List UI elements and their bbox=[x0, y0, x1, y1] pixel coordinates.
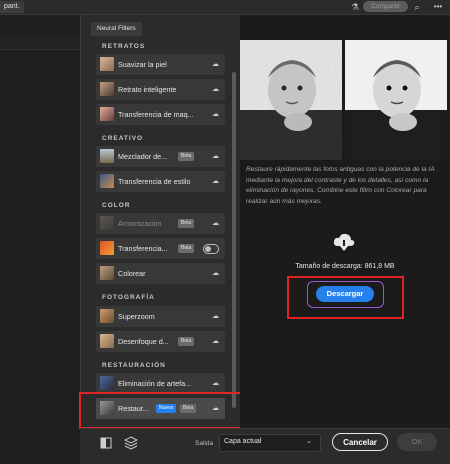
filter-label: Retrato inteligente bbox=[118, 85, 177, 94]
canvas-area bbox=[0, 15, 80, 463]
cloud-download-icon[interactable]: ☁ bbox=[212, 104, 219, 125]
cloud-download-icon bbox=[333, 233, 355, 251]
filter-label: Transferencia de estilo bbox=[118, 177, 191, 186]
beta-badge: Beta bbox=[178, 337, 195, 346]
scrollbar-thumb[interactable] bbox=[232, 72, 236, 408]
filter-thumbnail bbox=[100, 376, 114, 390]
filter-label: Eliminación de artefa... bbox=[118, 379, 192, 388]
panel-title: Neural Filters bbox=[91, 22, 142, 36]
filter-item-colorize[interactable]: Colorear ☁ bbox=[96, 263, 225, 284]
document-tab[interactable]: pant. bbox=[0, 1, 24, 13]
filter-label: Armonización bbox=[118, 219, 162, 228]
filter-item-artifact-removal[interactable]: Eliminación de artefa... ☁ bbox=[96, 373, 225, 394]
before-photo bbox=[240, 40, 342, 160]
filter-item-makeup-transfer[interactable]: Transferencia de maq... ☁ bbox=[96, 104, 225, 125]
filter-label: Suavizar la piel bbox=[118, 60, 167, 69]
filter-thumbnail bbox=[100, 107, 114, 121]
download-size-label: Tamaño de descarga: 861,8 MB bbox=[295, 263, 395, 270]
cloud-download-icon[interactable]: ☁ bbox=[212, 213, 219, 234]
filter-item-color-transfer[interactable]: Transferencia... Beta bbox=[96, 238, 225, 259]
filter-thumbnail bbox=[100, 149, 114, 163]
cloud-download-icon[interactable]: ☁ bbox=[212, 306, 219, 327]
section-title: RETRATOS bbox=[102, 43, 146, 50]
search-icon[interactable]: ⌕ bbox=[411, 1, 423, 13]
filter-description: Restaure rápidamente las fotos antiguas … bbox=[246, 166, 435, 205]
filter-label: Colorear bbox=[118, 269, 146, 278]
section-title: FOTOGRAFÍA bbox=[102, 294, 155, 301]
filter-thumbnail bbox=[100, 57, 114, 71]
filter-label: Transferencia de maq... bbox=[118, 110, 194, 119]
cloud-download-icon[interactable]: ☁ bbox=[212, 263, 219, 284]
filter-label: Mezclador de... bbox=[118, 152, 168, 161]
filter-thumbnail bbox=[100, 266, 114, 280]
highlight-box bbox=[79, 392, 243, 429]
section-title: COLOR bbox=[102, 202, 131, 209]
filter-item-depth-blur[interactable]: Desenfoque d... Beta ☁ bbox=[96, 331, 225, 352]
filter-label: Superzoom bbox=[118, 312, 155, 321]
beta-badge: Beta bbox=[178, 219, 195, 228]
cloud-download-icon[interactable]: ☁ bbox=[212, 171, 219, 192]
ok-button[interactable]: OK bbox=[397, 433, 437, 451]
cloud-download-icon[interactable]: ☁ bbox=[212, 373, 219, 394]
split-view-icon[interactable] bbox=[100, 437, 112, 449]
cloud-download-icon[interactable]: ☁ bbox=[212, 54, 219, 75]
filter-thumbnail bbox=[100, 309, 114, 323]
section-title: CREATIVO bbox=[102, 135, 144, 142]
filter-label: Transferencia... bbox=[118, 244, 168, 253]
filter-label: Desenfoque d... bbox=[118, 337, 169, 346]
filter-thumbnail bbox=[100, 241, 114, 255]
flask-icon[interactable]: ⚗ bbox=[349, 1, 361, 13]
cloud-download-icon[interactable]: ☁ bbox=[212, 331, 219, 352]
download-button[interactable]: Descargar bbox=[316, 286, 374, 302]
beta-badge: Beta bbox=[178, 152, 195, 161]
filter-thumbnail bbox=[100, 174, 114, 188]
cloud-download-icon[interactable]: ☁ bbox=[212, 79, 219, 100]
output-label: Salida bbox=[195, 440, 214, 447]
filter-item-skin-smoothing[interactable]: Suavizar la piel ☁ bbox=[96, 54, 225, 75]
cloud-download-icon[interactable]: ☁ bbox=[212, 146, 219, 167]
filter-toggle[interactable] bbox=[203, 244, 219, 254]
filter-item-harmonization[interactable]: Armonización Beta ☁ bbox=[96, 213, 225, 234]
filter-item-style-transfer[interactable]: Transferencia de estilo ☁ bbox=[96, 171, 225, 192]
filter-thumbnail bbox=[100, 334, 114, 348]
after-photo bbox=[345, 40, 447, 160]
section-title: RESTAURACIÓN bbox=[102, 362, 166, 369]
layers-icon[interactable] bbox=[124, 436, 138, 450]
filter-item-superzoom[interactable]: Superzoom ☁ bbox=[96, 306, 225, 327]
more-icon[interactable]: ••• bbox=[428, 1, 448, 13]
filter-thumbnail bbox=[100, 216, 114, 230]
output-select-value: Capa actual bbox=[224, 438, 262, 445]
filter-item-smart-portrait[interactable]: Retrato inteligente ☁ bbox=[96, 79, 225, 100]
chevron-down-icon: ⌄ bbox=[306, 438, 312, 445]
filter-thumbnail bbox=[100, 82, 114, 96]
cancel-button[interactable]: Cancelar bbox=[332, 433, 388, 451]
share-button[interactable]: Compartir bbox=[363, 1, 408, 12]
filter-item-landscape-mixer[interactable]: Mezclador de... Beta ☁ bbox=[96, 146, 225, 167]
beta-badge: Beta bbox=[178, 244, 195, 253]
